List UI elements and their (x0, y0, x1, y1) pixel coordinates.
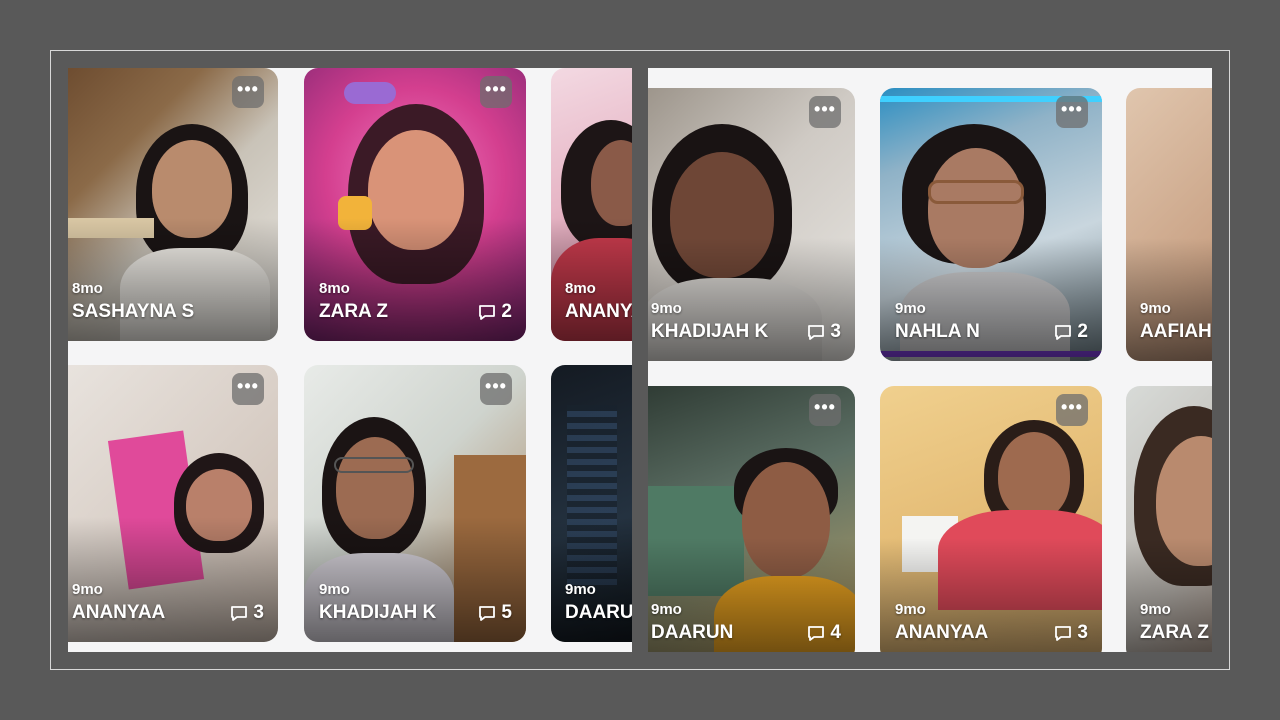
more-options-icon: ••• (814, 397, 836, 417)
comment-count-value: 4 (830, 622, 841, 643)
comment-bubble-icon (231, 605, 248, 621)
author-name[interactable]: ZARA Z (319, 301, 388, 323)
comment-count-value: 5 (501, 602, 512, 623)
post-age: 9mo (1140, 601, 1171, 618)
more-options-icon: ••• (1061, 397, 1083, 417)
more-options-button[interactable]: ••• (1056, 96, 1088, 128)
more-options-button[interactable]: ••• (232, 76, 264, 108)
right-video-grid: ••• 9mo KHADIJAH K 3 ••• 9mo NAHLA N 2 9… (648, 68, 1212, 652)
more-options-icon: ••• (814, 99, 836, 119)
video-card[interactable]: ••• 9mo KHADIJAH K 3 (648, 88, 855, 361)
comment-bubble-icon (808, 324, 825, 340)
author-name[interactable]: KHADIJAH K (651, 321, 768, 343)
post-age: 9mo (895, 601, 926, 618)
comment-count-value: 2 (501, 301, 512, 322)
comment-count[interactable]: 2 (1054, 321, 1088, 343)
video-card[interactable]: ••• 9mo ANANYAA 3 (68, 365, 278, 642)
video-card[interactable]: 8mo ANANYAA (551, 68, 632, 341)
author-name[interactable]: DAARUN (651, 622, 733, 644)
comment-bubble-icon (1055, 625, 1072, 641)
more-options-button[interactable]: ••• (809, 96, 841, 128)
comment-count-value: 3 (1077, 622, 1088, 643)
video-card[interactable]: ••• 8mo ZARA Z 2 (304, 68, 526, 341)
video-card[interactable]: 9mo AAFIAH (1126, 88, 1212, 361)
more-options-icon: ••• (237, 79, 259, 99)
author-name[interactable]: KHADIJAH K (319, 602, 436, 624)
more-options-button[interactable]: ••• (1056, 394, 1088, 426)
comment-count-value: 3 (830, 321, 841, 342)
author-name[interactable]: ZARA Z (1140, 622, 1209, 644)
more-options-button[interactable]: ••• (809, 394, 841, 426)
post-age: 8mo (72, 280, 103, 297)
video-card[interactable]: 9mo DAARUN (551, 365, 632, 642)
more-options-icon: ••• (237, 376, 259, 396)
video-card[interactable]: ••• 8mo SASHAYNA S (68, 68, 278, 341)
comment-bubble-icon (808, 625, 825, 641)
post-age: 9mo (72, 581, 103, 598)
comment-count[interactable]: 3 (1054, 622, 1088, 644)
author-name[interactable]: ANANYAA (72, 602, 165, 624)
video-card[interactable]: 9mo ZARA Z (1126, 386, 1212, 652)
comment-bubble-icon (1055, 324, 1072, 340)
author-name[interactable]: DAARUN (565, 602, 632, 624)
comment-count-value: 2 (1077, 321, 1088, 342)
video-card[interactable]: ••• 9mo NAHLA N 2 (880, 88, 1102, 361)
post-age: 9mo (895, 300, 926, 317)
post-age: 9mo (1140, 300, 1171, 317)
post-age: 9mo (565, 581, 596, 598)
comment-count[interactable]: 5 (478, 602, 512, 624)
author-name[interactable]: ANANYAA (895, 622, 988, 644)
more-options-icon: ••• (485, 376, 507, 396)
comment-count[interactable]: 3 (230, 602, 264, 624)
author-name[interactable]: AAFIAH (1140, 321, 1212, 343)
author-name[interactable]: SASHAYNA S (72, 301, 194, 323)
video-card[interactable]: ••• 9mo DAARUN 4 (648, 386, 855, 652)
author-name[interactable]: ANANYAA (565, 301, 632, 323)
comment-count[interactable]: 2 (478, 301, 512, 323)
more-options-icon: ••• (1061, 99, 1083, 119)
post-age: 9mo (651, 300, 682, 317)
post-age: 8mo (319, 280, 350, 297)
left-video-grid: ••• 8mo SASHAYNA S ••• 8mo ZARA Z 2 8mo … (68, 68, 632, 652)
video-card[interactable]: ••• 9mo ANANYAA 3 (880, 386, 1102, 652)
post-age: 9mo (319, 581, 350, 598)
author-name[interactable]: NAHLA N (895, 321, 980, 343)
comment-count[interactable]: 3 (807, 321, 841, 343)
comment-count[interactable]: 4 (807, 622, 841, 644)
comment-count-value: 3 (253, 602, 264, 623)
comment-bubble-icon (479, 605, 496, 621)
more-options-icon: ••• (485, 79, 507, 99)
comment-bubble-icon (479, 304, 496, 320)
more-options-button[interactable]: ••• (480, 373, 512, 405)
more-options-button[interactable]: ••• (232, 373, 264, 405)
post-age: 9mo (651, 601, 682, 618)
post-age: 8mo (565, 280, 596, 297)
video-card[interactable]: ••• 9mo KHADIJAH K 5 (304, 365, 526, 642)
screenshot-frame: ••• 8mo SASHAYNA S ••• 8mo ZARA Z 2 8mo … (50, 50, 1230, 670)
more-options-button[interactable]: ••• (480, 76, 512, 108)
